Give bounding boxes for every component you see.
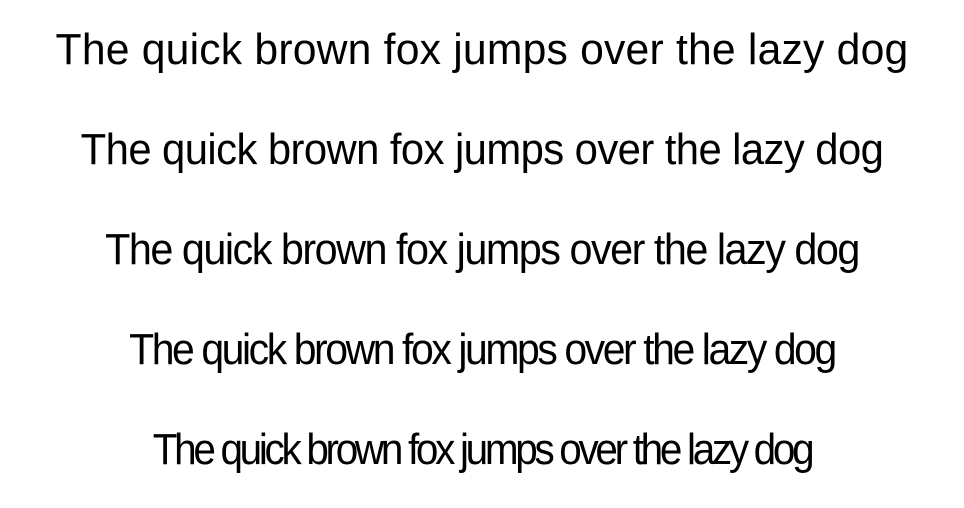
specimen-line-3: The quick brown fox jumps over the lazy … xyxy=(105,225,860,274)
specimen-line-1: The quick brown fox jumps over the lazy … xyxy=(55,25,909,74)
specimen-line-4: The quick brown fox jumps over the lazy … xyxy=(129,325,837,374)
specimen-line-5: The quick brown fox jumps over the lazy … xyxy=(152,425,815,474)
specimen-line-2: The quick brown fox jumps over the lazy … xyxy=(80,125,884,174)
